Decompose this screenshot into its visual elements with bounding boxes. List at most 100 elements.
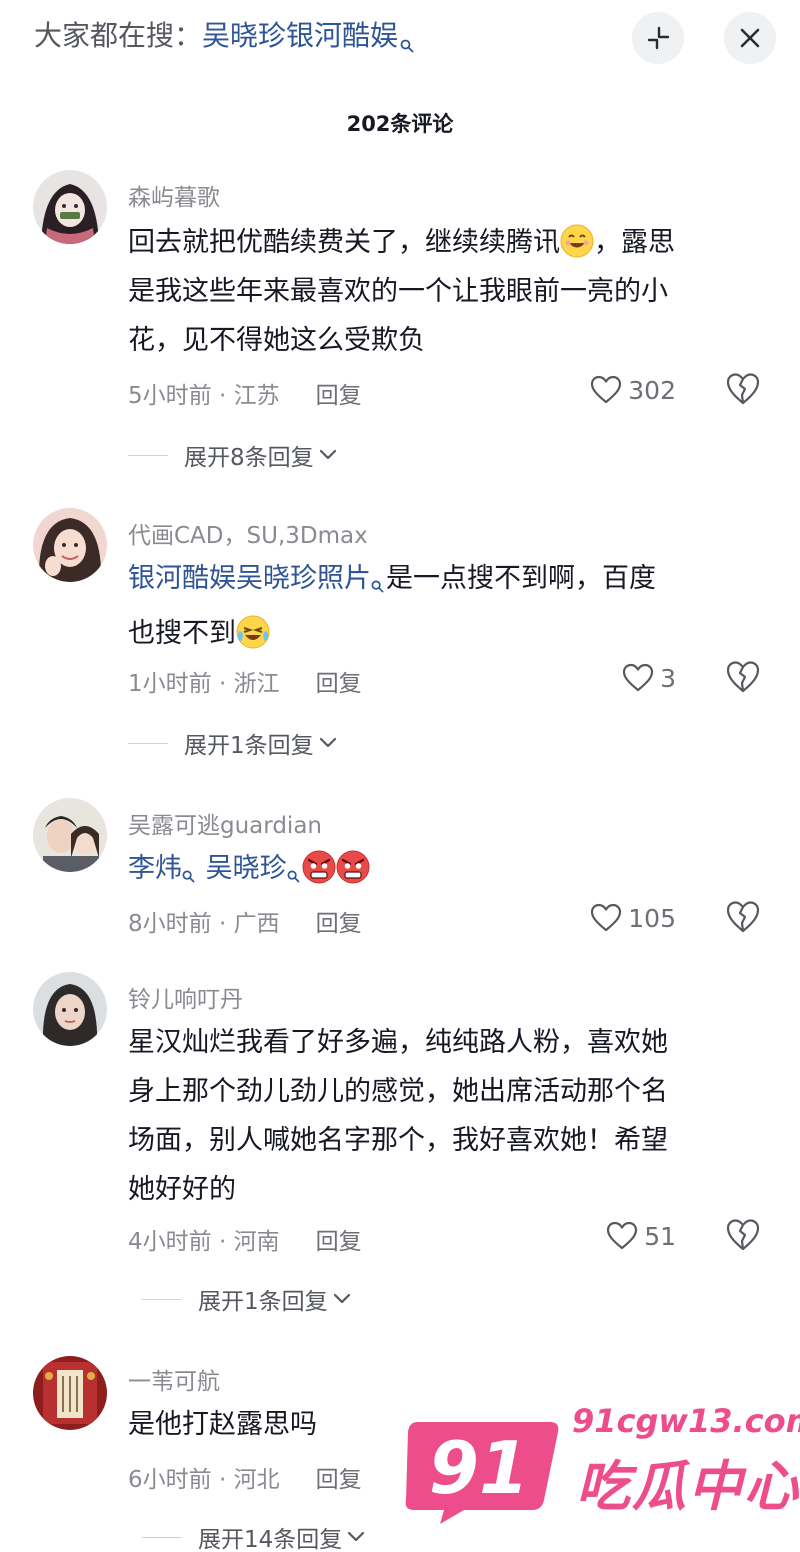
reply-button[interactable]: 回复 (316, 1229, 362, 1255)
comment-location: 广西 (233, 911, 280, 937)
reply-button[interactable]: 回复 (316, 671, 362, 697)
comment-line: 身上那个劲儿劲儿的感觉，她出席活动那个名 (128, 1076, 668, 1107)
avatar[interactable] (33, 1356, 107, 1430)
broken-heart-icon (726, 661, 760, 693)
search-icon (182, 850, 195, 899)
site-watermark: 91 91cgw13.com 吃瓜中心 (404, 1400, 800, 1540)
dislike-button[interactable] (725, 372, 761, 408)
angry-face-emoji (302, 850, 336, 884)
divider (128, 742, 168, 744)
search-icon (400, 22, 414, 66)
comment-meta: 4小时前 · 河南 回复 (128, 1229, 362, 1255)
comment-line: 场面，别人喊她名字那个，我好喜欢她！希望 (128, 1125, 668, 1156)
trending-search-hint[interactable]: 大家都在搜：吴晓珍银河酷娱 (34, 14, 414, 58)
like-button[interactable]: 3 (622, 660, 676, 696)
broken-heart-icon (726, 373, 760, 405)
expand-replies-button[interactable]: 展开1条回复 (142, 1282, 352, 1316)
comment-time: 6小时前 (128, 1467, 212, 1493)
comment-time: 5小时前 (128, 383, 212, 409)
like-button[interactable]: 105 (590, 900, 676, 936)
trending-search-term[interactable]: 吴晓珍银河酷娱 (202, 19, 398, 52)
comment-line: ，露思 (594, 227, 675, 258)
username[interactable]: 森屿暮歌 (128, 178, 220, 212)
comment-line: 也搜不到 (128, 618, 236, 649)
dislike-button[interactable] (725, 900, 761, 936)
collapse-arrows-icon (647, 26, 670, 50)
top-bar: 大家都在搜：吴晓珍银河酷娱 (0, 0, 800, 76)
like-count: 105 (628, 903, 676, 933)
heart-icon (591, 903, 622, 932)
trending-search-label: 大家都在搜： (34, 19, 203, 52)
crying-laughing-emoji (236, 615, 270, 649)
search-icon (287, 850, 300, 899)
like-button[interactable]: 302 (590, 372, 676, 408)
comment-meta: 8小时前 · 广西 回复 (128, 911, 362, 937)
heart-icon (622, 663, 654, 692)
comment-text: 李炜 吴晓珍 (128, 844, 768, 899)
comment-line: 是我这些年来最喜欢的一个让我眼前一亮的小 (128, 276, 668, 307)
expand-replies-label: 展开14条回复 (198, 1527, 343, 1552)
close-button[interactable] (724, 12, 776, 64)
comment-time: 1小时前 (128, 671, 212, 697)
like-button[interactable]: 51 (606, 1218, 676, 1254)
username[interactable]: 代画CAD，SU,3Dmax (128, 516, 368, 550)
heart-icon (607, 1221, 638, 1250)
chevron-down-icon (348, 1531, 365, 1542)
expand-replies-button[interactable]: 展开1条回复 (128, 726, 338, 760)
reply-button[interactable]: 回复 (316, 1467, 362, 1493)
comment-text: 回去就把优酷续费关了，继续续腾讯 ，露思 是我这些年来最喜欢的一个让我眼前一亮的小… (128, 218, 768, 365)
comment-location: 河北 (233, 1467, 280, 1493)
avatar[interactable] (33, 972, 107, 1046)
comment-text: 星汉灿烂我看了好多遍，纯纯路人粉，喜欢她 身上那个劲儿劲儿的感觉，她出席活动那个… (128, 1018, 768, 1214)
expand-replies-label: 展开1条回复 (184, 733, 314, 759)
grinning-face-emoji (560, 224, 594, 258)
reply-button[interactable]: 回复 (316, 911, 362, 937)
broken-heart-icon (726, 901, 760, 933)
expand-replies-button[interactable]: 展开8条回复 (128, 438, 338, 472)
comment-meta: 1小时前 · 浙江 回复 (128, 671, 362, 697)
username[interactable]: 一苇可航 (128, 1362, 220, 1396)
comment-line: 花，见不得她这么受欺负 (128, 325, 425, 356)
watermark-name: 吃瓜中心 (576, 1455, 800, 1518)
collapse-button[interactable] (632, 12, 684, 64)
divider (142, 1536, 182, 1538)
comment-text: 银河酷娱吴晓珍照片 是一点搜不到啊，百度 也搜不到 (128, 554, 768, 658)
comment-location: 江苏 (233, 383, 280, 409)
comment-meta: 5小时前 · 江苏 回复 (128, 383, 362, 409)
dislike-button[interactable] (725, 660, 761, 696)
watermark-url: 91cgw13.com (572, 1402, 800, 1440)
like-count: 302 (628, 375, 676, 405)
close-icon (740, 28, 760, 48)
reply-button[interactable]: 回复 (316, 383, 362, 409)
avatar[interactable] (33, 508, 107, 582)
comment-line: 她好好的 (128, 1174, 236, 1205)
comment-line: 星汉灿烂我看了好多遍，纯纯路人粉，喜欢她 (128, 1027, 668, 1058)
comment-line: 回去就把优酷续费关了，继续续腾讯 (128, 227, 560, 258)
comment-meta: 6小时前 · 河北 回复 (128, 1467, 362, 1493)
like-count: 3 (660, 663, 676, 693)
expand-replies-label: 展开1条回复 (198, 1289, 328, 1315)
dislike-button[interactable] (725, 1218, 761, 1254)
comment-line: 是一点搜不到啊，百度 (386, 563, 656, 594)
chevron-down-icon (319, 737, 336, 748)
chevron-down-icon (333, 1293, 350, 1304)
comment-location: 河南 (233, 1229, 280, 1255)
broken-heart-icon (726, 1219, 760, 1251)
search-link[interactable]: 吴晓珍 (206, 853, 287, 884)
expand-replies-button[interactable]: 展开14条回复 (142, 1520, 366, 1552)
divider (142, 1298, 182, 1300)
search-icon (371, 560, 384, 609)
angry-face-emoji (336, 850, 370, 884)
comment-time: 4小时前 (128, 1229, 212, 1255)
username[interactable]: 吴露可逃guardian (128, 806, 322, 840)
comment-location: 浙江 (233, 671, 280, 697)
search-link[interactable]: 银河酷娱吴晓珍照片 (128, 563, 371, 594)
avatar[interactable] (33, 170, 107, 244)
username[interactable]: 铃儿响叮丹 (128, 980, 243, 1014)
avatar[interactable] (33, 798, 107, 872)
comment-count-title: 202条评论 (346, 112, 454, 136)
watermark-number: 91 (428, 1426, 530, 1510)
like-count: 51 (644, 1221, 676, 1251)
expand-replies-label: 展开8条回复 (184, 445, 314, 471)
search-link[interactable]: 李炜 (128, 853, 182, 884)
